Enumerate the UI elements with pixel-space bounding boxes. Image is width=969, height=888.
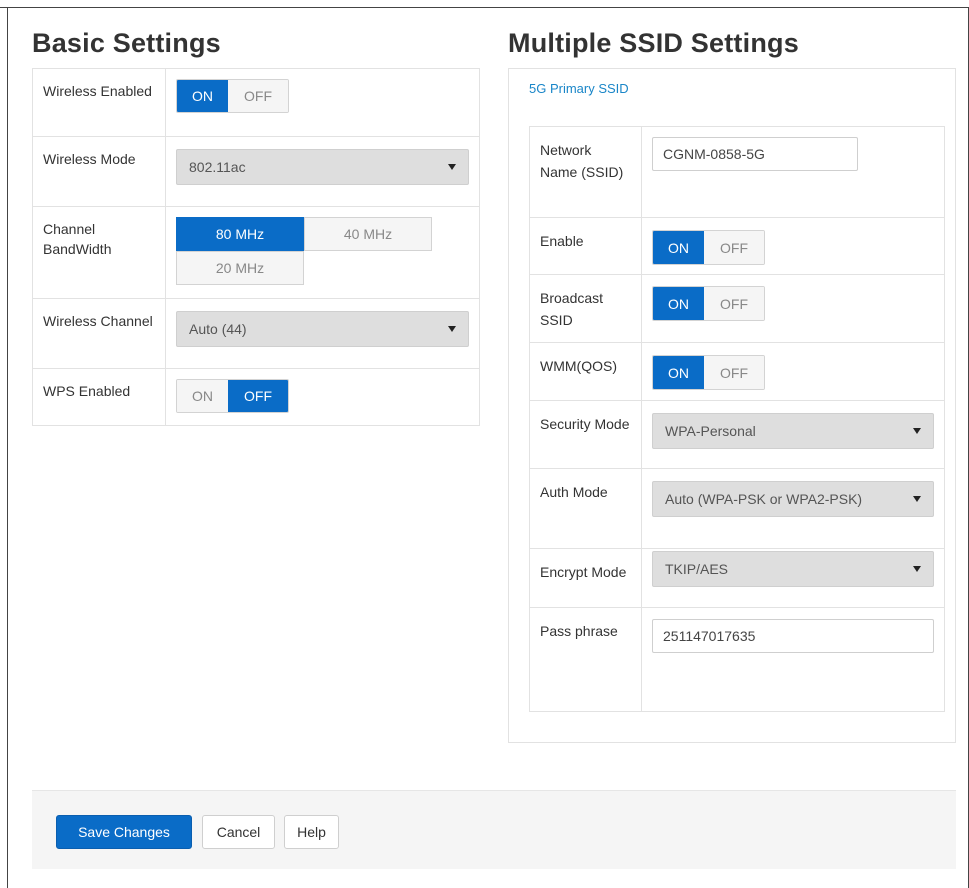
wireless-channel-select[interactable]: Auto (44) <box>176 311 469 347</box>
toggle-off[interactable]: OFF <box>228 80 288 112</box>
wireless-mode-label: Wireless Mode <box>33 137 166 206</box>
wireless-enabled-row: Wireless Enabled ON OFF <box>33 69 479 137</box>
broadcast-ssid-toggle[interactable]: ON OFF <box>652 286 765 321</box>
wireless-enabled-label: Wireless Enabled <box>33 69 166 136</box>
security-mode-row: Security Mode WPA-Personal <box>530 401 944 469</box>
network-name-row: Network Name (SSID) CGNM-0858-5G <box>530 127 944 218</box>
wps-enabled-row: WPS Enabled ON OFF <box>33 369 479 425</box>
enable-row: Enable ON OFF <box>530 218 944 275</box>
wireless-channel-row: Wireless Channel Auto (44) <box>33 299 479 369</box>
wireless-channel-label: Wireless Channel <box>33 299 166 368</box>
security-mode-select[interactable]: WPA-Personal <box>652 413 934 449</box>
help-button[interactable]: Help <box>284 815 339 849</box>
toggle-on[interactable]: ON <box>653 287 704 320</box>
encrypt-mode-label: Encrypt Mode <box>530 549 642 607</box>
wireless-enabled-toggle[interactable]: ON OFF <box>176 79 289 113</box>
enable-label: Enable <box>530 218 642 274</box>
toggle-off[interactable]: OFF <box>704 356 764 389</box>
wireless-mode-select[interactable]: 802.11ac <box>176 149 469 185</box>
toggle-on[interactable]: ON <box>653 231 704 264</box>
encrypt-mode-value: TKIP/AES <box>665 561 729 577</box>
bandwidth-80-button[interactable]: 80 MHz <box>176 217 304 251</box>
save-changes-button[interactable]: Save Changes <box>56 815 192 849</box>
auth-mode-label: Auth Mode <box>530 469 642 548</box>
broadcast-ssid-row: Broadcast SSID ON OFF <box>530 275 944 343</box>
wireless-channel-value: Auto (44) <box>189 321 247 337</box>
toggle-off[interactable]: OFF <box>704 287 764 320</box>
caret-down-icon <box>448 326 456 332</box>
multiple-ssid-title: Multiple SSID Settings <box>508 28 799 58</box>
wmm-toggle[interactable]: ON OFF <box>652 355 765 390</box>
bandwidth-40-button[interactable]: 40 MHz <box>304 217 432 251</box>
toggle-on[interactable]: ON <box>177 80 228 112</box>
toggle-off[interactable]: OFF <box>228 380 288 412</box>
channel-bandwidth-row: Channel BandWidth 80 MHz 40 MHz 20 MHz <box>33 207 479 299</box>
pass-phrase-input[interactable]: 251147017635 <box>652 619 934 653</box>
wmm-row: WMM(QOS) ON OFF <box>530 343 944 401</box>
enable-toggle[interactable]: ON OFF <box>652 230 765 265</box>
broadcast-ssid-label: Broadcast SSID <box>530 275 642 342</box>
encrypt-mode-row: Encrypt Mode TKIP/AES <box>530 549 944 608</box>
bandwidth-20-button[interactable]: 20 MHz <box>176 251 304 285</box>
wireless-mode-value: 802.11ac <box>189 159 246 175</box>
tab-5g-primary-ssid[interactable]: 5G Primary SSID <box>529 81 629 96</box>
wireless-mode-row: Wireless Mode 802.11ac <box>33 137 479 207</box>
encrypt-mode-select[interactable]: TKIP/AES <box>652 551 934 587</box>
cancel-button[interactable]: Cancel <box>202 815 275 849</box>
channel-bandwidth-label: Channel BandWidth <box>33 207 166 298</box>
wps-enabled-label: WPS Enabled <box>33 369 166 425</box>
caret-down-icon <box>448 164 456 170</box>
security-mode-value: WPA-Personal <box>665 423 756 439</box>
ssid-settings-table: Network Name (SSID) CGNM-0858-5G Enable … <box>529 126 945 712</box>
basic-settings-title: Basic Settings <box>32 28 221 58</box>
network-name-input[interactable]: CGNM-0858-5G <box>652 137 858 171</box>
toggle-on[interactable]: ON <box>177 380 228 412</box>
pass-phrase-label: Pass phrase <box>530 608 642 711</box>
toggle-on[interactable]: ON <box>653 356 704 389</box>
basic-settings-table: Wireless Enabled ON OFF Wireless Mode 80… <box>32 68 480 426</box>
caret-down-icon <box>913 566 921 572</box>
ssid-panel: 5G Primary SSID Network Name (SSID) CGNM… <box>508 68 956 743</box>
caret-down-icon <box>913 496 921 502</box>
caret-down-icon <box>913 428 921 434</box>
footer-bar: Save Changes Cancel Help <box>32 790 956 869</box>
bandwidth-button-group: 80 MHz 40 MHz 20 MHz <box>176 217 432 285</box>
auth-mode-select[interactable]: Auto (WPA-PSK or WPA2-PSK) <box>652 481 934 517</box>
auth-mode-row: Auth Mode Auto (WPA-PSK or WPA2-PSK) <box>530 469 944 549</box>
network-name-label: Network Name (SSID) <box>530 127 642 217</box>
security-mode-label: Security Mode <box>530 401 642 468</box>
wmm-label: WMM(QOS) <box>530 343 642 400</box>
toggle-off[interactable]: OFF <box>704 231 764 264</box>
wps-enabled-toggle[interactable]: ON OFF <box>176 379 289 413</box>
pass-phrase-row: Pass phrase 251147017635 <box>530 608 944 711</box>
auth-mode-value: Auto (WPA-PSK or WPA2-PSK) <box>665 491 863 507</box>
